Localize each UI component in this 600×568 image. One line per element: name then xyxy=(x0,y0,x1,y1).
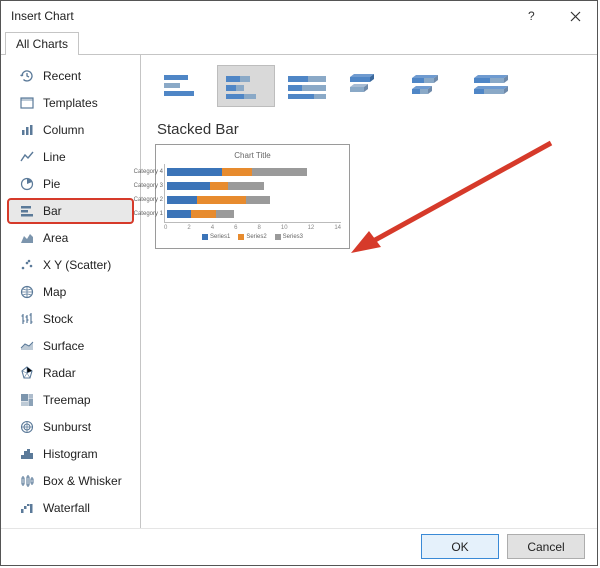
sidebar-item-treemap[interactable]: Treemap xyxy=(7,387,134,413)
radar-icon xyxy=(19,365,35,381)
area-icon xyxy=(19,230,35,246)
tab-strip: All Charts xyxy=(1,31,597,55)
ok-button[interactable]: OK xyxy=(421,534,499,559)
sidebar-item-column[interactable]: Column xyxy=(7,117,134,143)
treemap-icon xyxy=(19,392,35,408)
box-whisker-icon xyxy=(19,473,35,489)
column-icon xyxy=(19,122,35,138)
sidebar-item-label: Pie xyxy=(43,177,60,191)
sidebar-item-label: Treemap xyxy=(43,393,91,407)
sidebar-item-waterfall[interactable]: Waterfall xyxy=(7,495,134,521)
subtype-stacked-bar[interactable] xyxy=(217,65,275,107)
chart-category-sidebar: Recent Templates Column Line Pie Bar xyxy=(1,55,141,528)
bar-icon xyxy=(19,203,35,219)
sidebar-item-line[interactable]: Line xyxy=(7,144,134,170)
sidebar-item-label: Map xyxy=(43,285,66,299)
help-button[interactable]: ? xyxy=(509,1,553,31)
sidebar-item-templates[interactable]: Templates xyxy=(7,90,134,116)
subtype-3d-clustered-bar[interactable] xyxy=(341,65,399,107)
section-title: Stacked Bar xyxy=(157,121,583,138)
titlebar: Insert Chart ? xyxy=(1,1,597,31)
subtype-clustered-bar[interactable] xyxy=(155,65,213,107)
sidebar-item-box-whisker[interactable]: Box & Whisker xyxy=(7,468,134,494)
sidebar-item-label: Recent xyxy=(43,69,81,83)
sunburst-icon xyxy=(19,419,35,435)
line-icon xyxy=(19,149,35,165)
content-panel: Stacked Bar Chart Title Category 4Catego… xyxy=(141,55,597,528)
sidebar-item-label: Bar xyxy=(43,204,62,218)
button-label: OK xyxy=(451,540,468,554)
sidebar-item-scatter[interactable]: X Y (Scatter) xyxy=(7,252,134,278)
map-icon xyxy=(19,284,35,300)
subtype-100pct-stacked-bar[interactable] xyxy=(279,65,337,107)
sidebar-item-label: Surface xyxy=(43,339,84,353)
sidebar-item-label: X Y (Scatter) xyxy=(43,258,111,272)
sidebar-item-label: Waterfall xyxy=(43,501,90,515)
sidebar-item-area[interactable]: Area xyxy=(7,225,134,251)
tab-all-charts[interactable]: All Charts xyxy=(5,32,79,55)
preview-chart-title: Chart Title xyxy=(164,151,341,160)
scatter-icon xyxy=(19,257,35,273)
sidebar-item-label: Sunburst xyxy=(43,420,91,434)
sidebar-item-label: Histogram xyxy=(43,447,98,461)
sidebar-item-label: Templates xyxy=(43,96,98,110)
sidebar-item-pie[interactable]: Pie xyxy=(7,171,134,197)
stock-icon xyxy=(19,311,35,327)
sidebar-item-histogram[interactable]: Histogram xyxy=(7,441,134,467)
sidebar-item-stock[interactable]: Stock xyxy=(7,306,134,332)
sidebar-item-label: Line xyxy=(43,150,66,164)
preview-chart-body: Category 4Category 3Category 2Category 1 xyxy=(164,164,341,223)
sidebar-item-map[interactable]: Map xyxy=(7,279,134,305)
chart-preview[interactable]: Chart Title Category 4Category 3Category… xyxy=(155,144,350,249)
sidebar-item-label: Box & Whisker xyxy=(43,474,122,488)
sidebar-item-recent[interactable]: Recent xyxy=(7,63,134,89)
surface-icon xyxy=(19,338,35,354)
sidebar-item-label: Area xyxy=(43,231,68,245)
templates-icon xyxy=(19,95,35,111)
sidebar-item-label: Column xyxy=(43,123,84,137)
pie-icon xyxy=(19,176,35,192)
subtype-3d-stacked-bar[interactable] xyxy=(403,65,461,107)
dialog-footer: OK Cancel xyxy=(1,528,597,565)
main-area: Recent Templates Column Line Pie Bar xyxy=(1,55,597,528)
sidebar-item-label: Radar xyxy=(43,366,76,380)
sidebar-item-surface[interactable]: Surface xyxy=(7,333,134,359)
preview-x-axis: 0 2 4 6 8 10 12 14 xyxy=(164,225,341,231)
subtype-3d-100pct-stacked-bar[interactable] xyxy=(465,65,523,107)
insert-chart-dialog: Insert Chart ? All Charts Recent Templat… xyxy=(0,0,598,566)
chart-subtype-row xyxy=(155,65,583,107)
cancel-button[interactable]: Cancel xyxy=(507,534,585,559)
svg-text:?: ? xyxy=(528,10,535,22)
annotation-arrow-icon xyxy=(341,135,561,265)
close-button[interactable] xyxy=(553,1,597,31)
sidebar-item-sunburst[interactable]: Sunburst xyxy=(7,414,134,440)
sidebar-item-bar[interactable]: Bar xyxy=(7,198,134,224)
histogram-icon xyxy=(19,446,35,462)
sidebar-item-label: Stock xyxy=(43,312,73,326)
button-label: Cancel xyxy=(527,540,564,554)
preview-legend: Series1 Series2 Series3 xyxy=(164,234,341,240)
tab-label: All Charts xyxy=(16,37,68,51)
dialog-title: Insert Chart xyxy=(11,9,74,23)
sidebar-item-radar[interactable]: Radar xyxy=(7,360,134,386)
waterfall-icon xyxy=(19,500,35,516)
recent-icon xyxy=(19,68,35,84)
